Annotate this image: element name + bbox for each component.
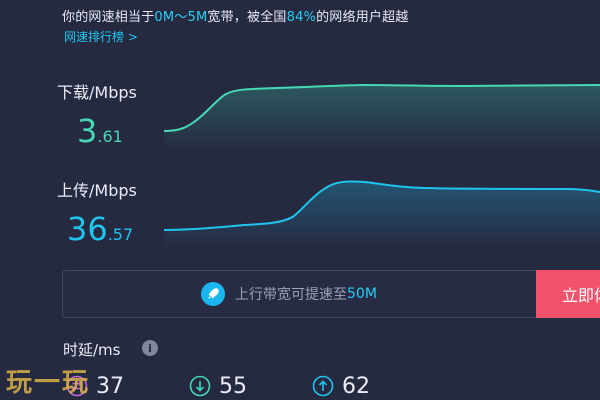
upgrade-promo-banner: 上行带宽可提速至 50M: [62, 270, 600, 318]
download-curve-area: [164, 85, 600, 150]
latency-download-stat: 55: [189, 372, 247, 400]
promo-text: 上行带宽可提速至: [235, 287, 347, 303]
upload-label: 上传/Mbps: [57, 181, 137, 200]
speed-ranking-link[interactable]: 网速排行榜 >: [64, 28, 138, 45]
latency-title: 时延/ms: [63, 341, 121, 359]
rocket-glyph: [208, 288, 219, 299]
download-label: 下载/Mbps: [57, 83, 137, 102]
rocket-body: [208, 288, 219, 299]
site-watermark: 玩一玩: [6, 368, 91, 398]
upload-value-int: 36: [67, 210, 108, 248]
summary-bandwidth: 0M～5M: [154, 10, 208, 25]
download-value-dec: .61: [97, 127, 123, 146]
down-arrow-icon: [189, 375, 211, 397]
latency-upload-stat: 62: [312, 372, 370, 400]
summary-percent: 84%: [286, 10, 317, 25]
promo-speed: 50M: [347, 286, 377, 302]
promo-content: 上行带宽可提速至 50M: [201, 271, 377, 317]
upload-value-dec: .57: [107, 225, 134, 244]
summary-suffix: 的网络用户超越: [316, 10, 409, 25]
summary-prefix: 你的网速相当于: [62, 10, 155, 25]
download-value: 3.61: [77, 112, 123, 150]
latency-ping-value: 37: [96, 373, 124, 399]
up-arrow-icon: [312, 375, 334, 397]
rocket-flame: [208, 296, 211, 299]
summary-middle: 宽带，被全国: [207, 10, 287, 25]
speed-summary: 你的网速相当于0M～5M宽带，被全国84%的网络用户超越: [62, 6, 409, 25]
latency-download-value: 55: [219, 373, 247, 399]
info-icon[interactable]: i: [142, 340, 158, 356]
latency-upload-value: 62: [342, 373, 370, 399]
download-speed-curve: [164, 83, 600, 150]
upload-value: 36.57: [67, 210, 133, 248]
upload-speed-curve: [164, 180, 600, 248]
up-icon-arrow: [318, 380, 328, 391]
download-value-int: 3: [77, 112, 98, 150]
upload-curve-area: [164, 181, 600, 248]
try-now-button[interactable]: 立即体验: [536, 270, 600, 318]
down-icon-arrow: [195, 381, 205, 392]
rocket-icon: [201, 282, 225, 306]
